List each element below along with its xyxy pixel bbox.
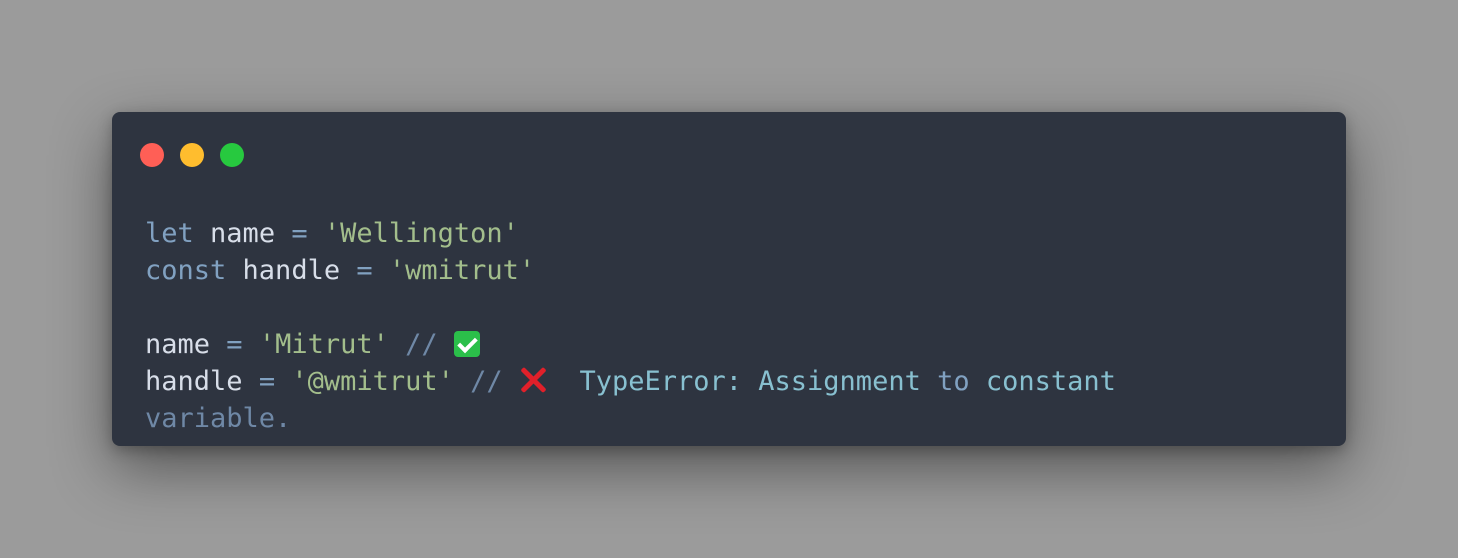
code-line-4-wrap: variable.	[145, 400, 1116, 437]
operator-assign: =	[356, 255, 373, 286]
code-line-4: handle = '@wmitrut' // TypeError: Assign…	[145, 363, 1116, 400]
code-block: let name = 'Wellington' const handle = 'w…	[145, 215, 1116, 437]
code-window: let name = 'Wellington' const handle = 'w…	[112, 112, 1346, 446]
cross-mark-icon	[519, 366, 547, 394]
keyword-const: const	[145, 255, 227, 286]
identifier-name: name	[145, 329, 211, 360]
code-line-1: let name = 'Wellington'	[145, 215, 1116, 252]
string-literal: '@wmitrut'	[291, 366, 454, 397]
identifier-handle: handle	[242, 255, 341, 286]
string-literal: 'Mitrut'	[258, 329, 389, 360]
identifier-name: name	[210, 218, 276, 249]
operator-assign: =	[258, 366, 276, 397]
close-button[interactable]	[140, 143, 164, 167]
error-message-wrap: variable.	[145, 403, 292, 434]
keyword-let: let	[145, 218, 194, 249]
comment-marker: //	[405, 329, 438, 360]
minimize-button[interactable]	[180, 143, 204, 167]
error-message: TypeError: Assignment	[579, 366, 921, 397]
screenshot-backdrop: let name = 'Wellington' const handle = 'w…	[0, 0, 1458, 558]
comment-marker: //	[470, 366, 503, 397]
zoom-button[interactable]	[220, 143, 244, 167]
code-line-2: const handle = 'wmitrut'	[145, 252, 1116, 289]
string-literal: 'Wellington'	[323, 218, 519, 249]
string-literal: 'wmitrut'	[388, 255, 536, 286]
identifier-handle: handle	[145, 366, 243, 397]
code-line-3: name = 'Mitrut' //	[145, 326, 1116, 363]
error-message-to: to	[937, 366, 970, 397]
operator-assign: =	[226, 329, 243, 360]
check-mark-icon	[453, 331, 480, 357]
error-message-constant: constant	[985, 366, 1116, 397]
operator-assign: =	[291, 218, 308, 249]
window-controls	[140, 143, 244, 167]
